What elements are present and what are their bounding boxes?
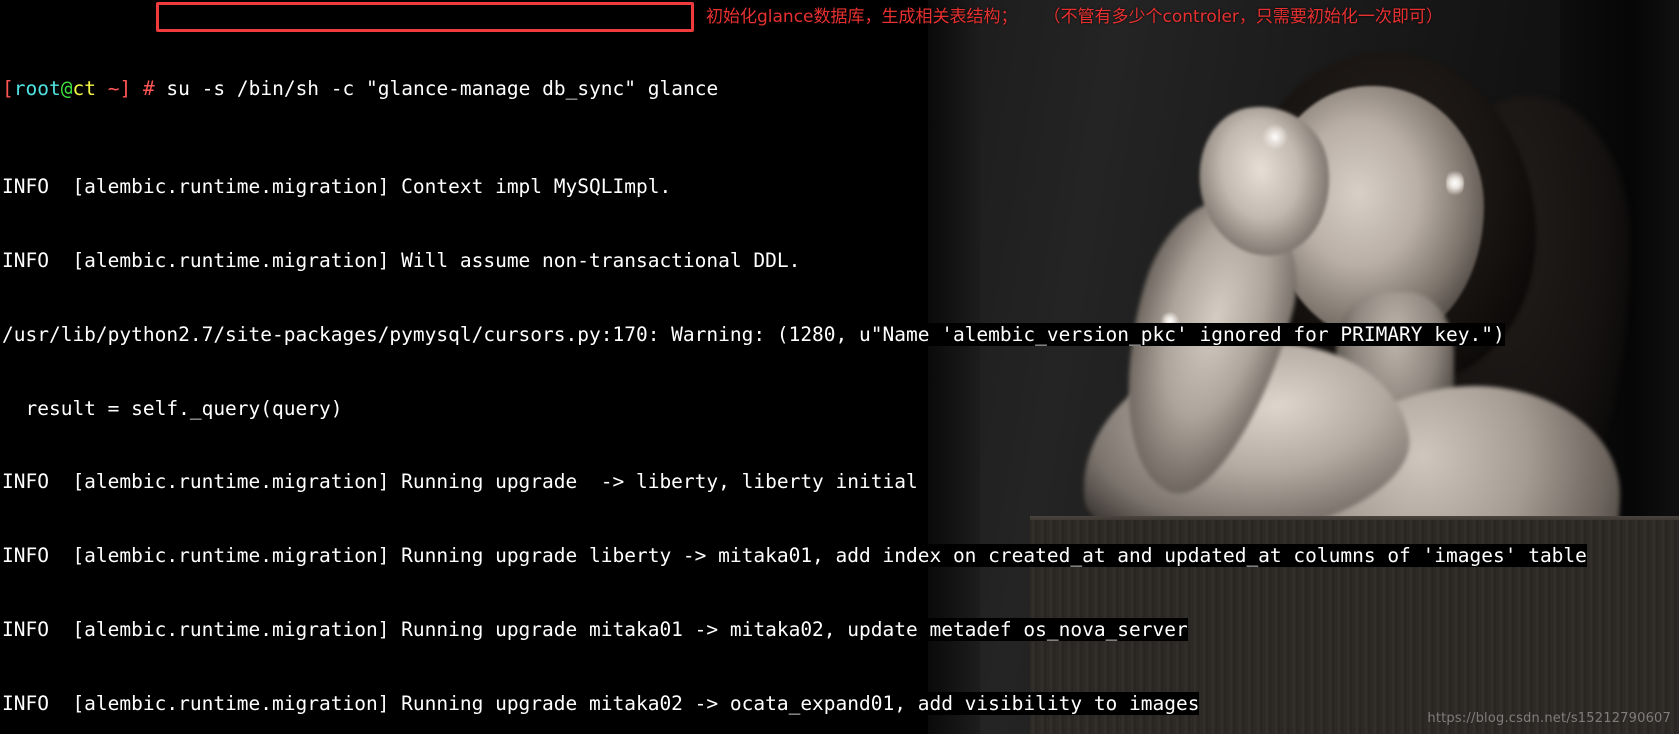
annotation-part2: （不管有多少个controler，只需要初始化一次即可） [1043, 7, 1443, 27]
output-line-warning: /usr/lib/python2.7/site-packages/pymysql… [2, 322, 1679, 348]
output-line: INFO [alembic.runtime.migration] Context… [2, 175, 1679, 200]
output-text: INFO [alembic.runtime.migration] Will as… [2, 248, 801, 272]
output-text: INFO [alembic.runtime.migration] Running… [2, 470, 918, 494]
output-line: INFO [alembic.runtime.migration] Running… [2, 470, 1679, 495]
annotation-text: 初始化glance数据库，生成相关表结构； （不管有多少个controler，只需… [706, 7, 1443, 27]
annotation-part1: 初始化glance数据库，生成相关表结构； [706, 7, 1018, 27]
output-text: result = self._query(query) [2, 396, 343, 420]
output-text: INFO [alembic.runtime.migration] Running… [2, 691, 1200, 715]
prompt-host: ct [72, 76, 96, 100]
output-line: INFO [alembic.runtime.migration] Will as… [2, 248, 1679, 274]
output-line: INFO [alembic.runtime.migration] Running… [2, 617, 1679, 643]
output-line: result = self._query(query) [2, 396, 1679, 422]
output-text: INFO [alembic.runtime.migration] Context… [2, 175, 672, 199]
prompt-line: [root@ct ~] # su -s /bin/sh -c "glance-m… [2, 76, 1679, 102]
output-text: INFO [alembic.runtime.migration] Running… [2, 544, 1587, 568]
terminal-window: [root@ct ~] # su -s /bin/sh -c "glance-m… [0, 0, 1679, 734]
prompt-at-symbol: @ [60, 76, 73, 100]
output-line: INFO [alembic.runtime.migration] Running… [2, 544, 1679, 569]
prompt-cwd: ~ [95, 76, 120, 100]
prompt-hash: # [142, 76, 155, 100]
prompt-user: root [13, 76, 61, 100]
prompt-bracket-open: [ [2, 76, 14, 100]
command-input[interactable]: su -s /bin/sh -c "glance-manage db_sync"… [154, 76, 719, 100]
output-text: INFO [alembic.runtime.migration] Running… [2, 617, 1188, 641]
prompt-spacer [131, 76, 143, 100]
prompt-bracket-close: ] [119, 76, 132, 100]
csdn-watermark: https://blog.csdn.net/s15212790607 [1427, 711, 1671, 726]
terminal-output[interactable]: [root@ct ~] # su -s /bin/sh -c "glance-m… [0, 0, 1679, 734]
output-text: /usr/lib/python2.7/site-packages/pymysql… [2, 322, 1505, 346]
